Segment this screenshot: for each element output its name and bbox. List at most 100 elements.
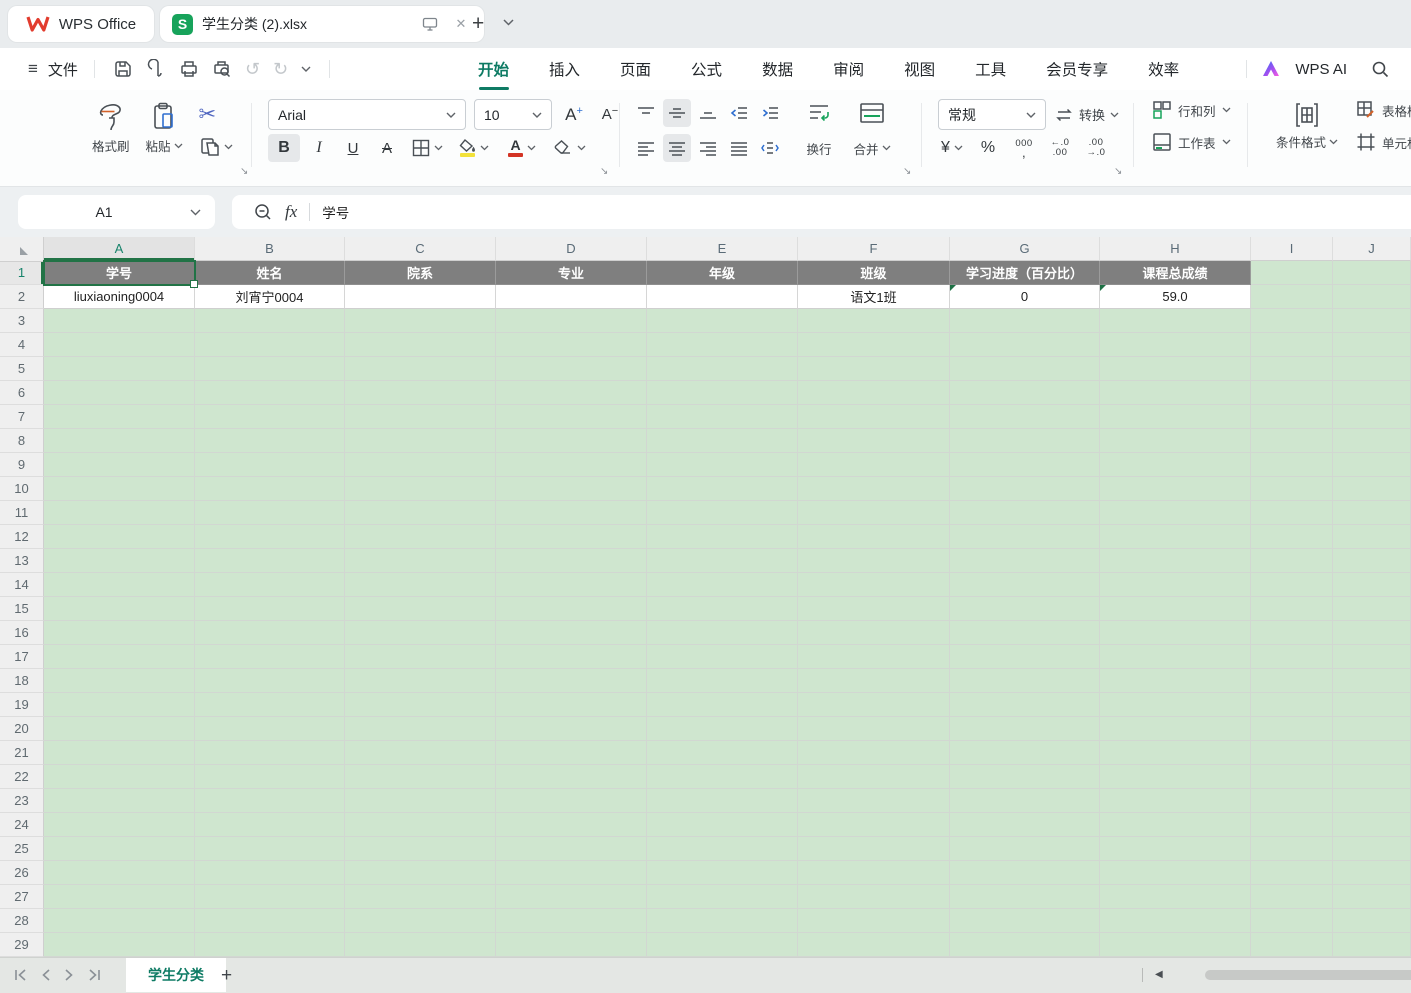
cell-C3[interactable] bbox=[345, 309, 496, 333]
document-tab[interactable]: S 学生分类 (2).xlsx ✕ bbox=[160, 6, 484, 42]
italic-button[interactable]: I bbox=[304, 134, 334, 162]
cell-J12[interactable] bbox=[1333, 525, 1411, 549]
cell-style-button[interactable]: 单元格样式 bbox=[1356, 132, 1411, 152]
bold-button[interactable]: B bbox=[268, 134, 300, 162]
cell-B7[interactable] bbox=[195, 405, 345, 429]
cell-A19[interactable] bbox=[44, 693, 195, 717]
cell-A26[interactable] bbox=[44, 861, 195, 885]
cell-G8[interactable] bbox=[950, 429, 1100, 453]
cell-G1[interactable]: 学习进度（百分比） bbox=[950, 261, 1100, 285]
cell-I2[interactable] bbox=[1251, 285, 1333, 309]
cell-G19[interactable] bbox=[950, 693, 1100, 717]
cell-D11[interactable] bbox=[496, 501, 647, 525]
cell-C19[interactable] bbox=[345, 693, 496, 717]
row-header-19[interactable]: 19 bbox=[0, 693, 44, 717]
worksheet-button[interactable]: 工作表 bbox=[1152, 132, 1231, 152]
first-sheet-icon[interactable] bbox=[14, 969, 28, 981]
row-header-1[interactable]: 1 bbox=[0, 261, 44, 285]
cell-F2[interactable]: 语文1班 bbox=[798, 285, 950, 309]
cell-C1[interactable]: 院系 bbox=[345, 261, 496, 285]
chevron-down-icon[interactable] bbox=[190, 209, 201, 216]
cell-C9[interactable] bbox=[345, 453, 496, 477]
row-header-9[interactable]: 9 bbox=[0, 453, 44, 477]
cell-B17[interactable] bbox=[195, 645, 345, 669]
cell-A11[interactable] bbox=[44, 501, 195, 525]
cell-G28[interactable] bbox=[950, 909, 1100, 933]
cell-A22[interactable] bbox=[44, 765, 195, 789]
scroll-left-icon[interactable]: ◀ bbox=[1155, 969, 1163, 980]
row-header-5[interactable]: 5 bbox=[0, 357, 44, 381]
cell-E27[interactable] bbox=[647, 885, 798, 909]
cell-G2[interactable]: 0 bbox=[950, 285, 1100, 309]
cell-I3[interactable] bbox=[1251, 309, 1333, 333]
search-icon[interactable] bbox=[1371, 60, 1389, 78]
row-header-10[interactable]: 10 bbox=[0, 477, 44, 501]
cell-A29[interactable] bbox=[44, 933, 195, 957]
qat-chevron-icon[interactable] bbox=[301, 66, 311, 72]
name-box[interactable]: A1 bbox=[18, 195, 215, 229]
cell-H4[interactable] bbox=[1100, 333, 1251, 357]
monitor-icon[interactable] bbox=[419, 13, 441, 35]
cell-I23[interactable] bbox=[1251, 789, 1333, 813]
cell-G20[interactable] bbox=[950, 717, 1100, 741]
convert-button[interactable]: 转换 bbox=[1054, 105, 1119, 124]
undo-icon[interactable]: ↺ bbox=[245, 60, 260, 78]
file-menu[interactable]: 文件 bbox=[48, 59, 78, 80]
row-header-27[interactable]: 27 bbox=[0, 885, 44, 909]
row-header-11[interactable]: 11 bbox=[0, 501, 44, 525]
column-header-H[interactable]: H bbox=[1100, 237, 1251, 261]
cell-E29[interactable] bbox=[647, 933, 798, 957]
cell-C5[interactable] bbox=[345, 357, 496, 381]
cell-F3[interactable] bbox=[798, 309, 950, 333]
tab-page[interactable]: 页面 bbox=[620, 54, 651, 84]
cell-E1[interactable]: 年级 bbox=[647, 261, 798, 285]
cell-A27[interactable] bbox=[44, 885, 195, 909]
cell-D7[interactable] bbox=[496, 405, 647, 429]
cell-E11[interactable] bbox=[647, 501, 798, 525]
cell-C13[interactable] bbox=[345, 549, 496, 573]
next-sheet-icon[interactable] bbox=[64, 969, 74, 981]
cell-A15[interactable] bbox=[44, 597, 195, 621]
cell-G18[interactable] bbox=[950, 669, 1100, 693]
cell-H14[interactable] bbox=[1100, 573, 1251, 597]
row-header-15[interactable]: 15 bbox=[0, 597, 44, 621]
row-header-12[interactable]: 12 bbox=[0, 525, 44, 549]
cell-D3[interactable] bbox=[496, 309, 647, 333]
cell-J27[interactable] bbox=[1333, 885, 1411, 909]
row-header-14[interactable]: 14 bbox=[0, 573, 44, 597]
cell-A28[interactable] bbox=[44, 909, 195, 933]
cell-C24[interactable] bbox=[345, 813, 496, 837]
row-header-3[interactable]: 3 bbox=[0, 309, 44, 333]
cell-G7[interactable] bbox=[950, 405, 1100, 429]
cell-H23[interactable] bbox=[1100, 789, 1251, 813]
cell-A20[interactable] bbox=[44, 717, 195, 741]
column-header-A[interactable]: A bbox=[44, 237, 195, 261]
cell-F19[interactable] bbox=[798, 693, 950, 717]
cell-B20[interactable] bbox=[195, 717, 345, 741]
cell-C22[interactable] bbox=[345, 765, 496, 789]
wrap-text-label[interactable]: 换行 bbox=[795, 139, 843, 158]
cell-A10[interactable] bbox=[44, 477, 195, 501]
cell-J5[interactable] bbox=[1333, 357, 1411, 381]
increase-indent-button[interactable] bbox=[756, 99, 784, 127]
cell-I10[interactable] bbox=[1251, 477, 1333, 501]
cell-F25[interactable] bbox=[798, 837, 950, 861]
cell-D29[interactable] bbox=[496, 933, 647, 957]
cell-G24[interactable] bbox=[950, 813, 1100, 837]
cell-F29[interactable] bbox=[798, 933, 950, 957]
cell-J19[interactable] bbox=[1333, 693, 1411, 717]
cell-J11[interactable] bbox=[1333, 501, 1411, 525]
cell-E16[interactable] bbox=[647, 621, 798, 645]
cell-D18[interactable] bbox=[496, 669, 647, 693]
cell-F13[interactable] bbox=[798, 549, 950, 573]
merge-cells-button[interactable] bbox=[846, 102, 898, 124]
cell-D10[interactable] bbox=[496, 477, 647, 501]
cell-F28[interactable] bbox=[798, 909, 950, 933]
cell-D25[interactable] bbox=[496, 837, 647, 861]
cell-B25[interactable] bbox=[195, 837, 345, 861]
cell-G10[interactable] bbox=[950, 477, 1100, 501]
cell-F17[interactable] bbox=[798, 645, 950, 669]
cell-H17[interactable] bbox=[1100, 645, 1251, 669]
cell-C27[interactable] bbox=[345, 885, 496, 909]
print-preview-icon[interactable] bbox=[212, 59, 232, 79]
